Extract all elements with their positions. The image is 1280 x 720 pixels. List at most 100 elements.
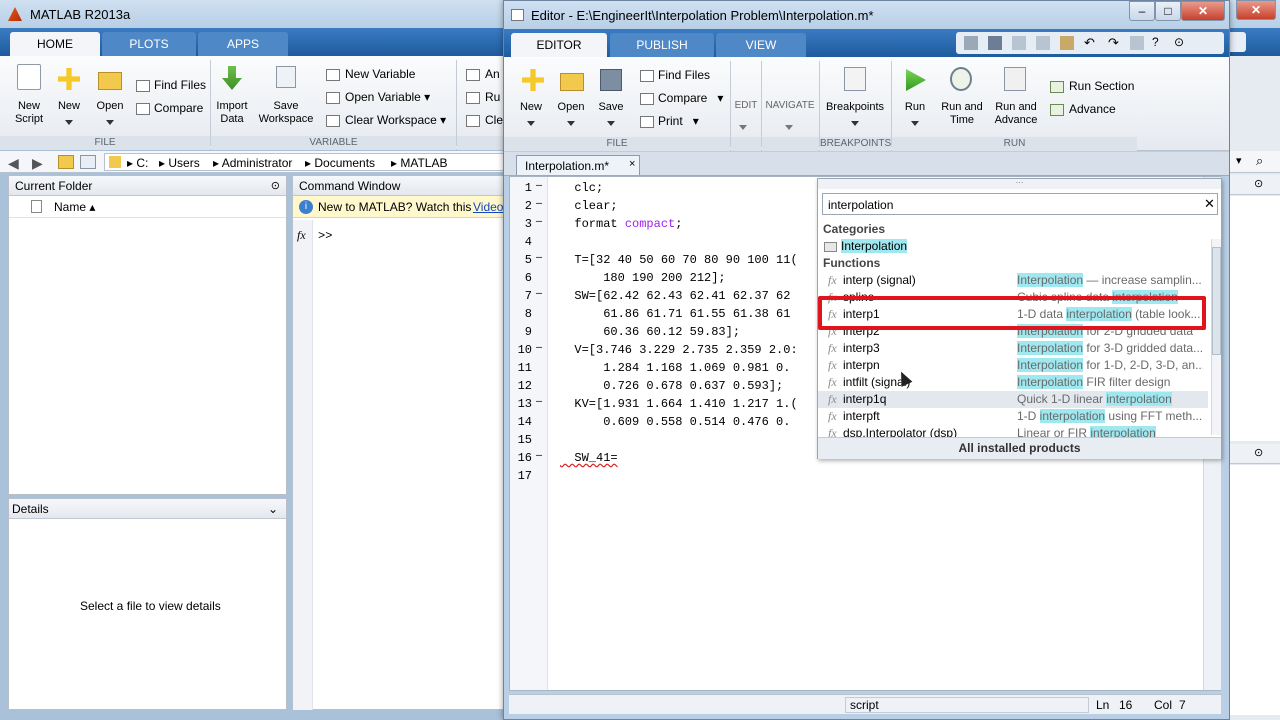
new-dropdown-icon[interactable] <box>65 120 73 125</box>
run-dropdown-icon[interactable] <box>911 121 919 126</box>
path-crumb-documents[interactable]: ▸ Documents <box>305 156 375 170</box>
compare-button[interactable]: Compare <box>136 101 203 115</box>
back-arrow-icon[interactable]: ◀ <box>8 155 19 172</box>
command-prompt[interactable]: >> <box>318 229 332 243</box>
workspace-menu-icon[interactable]: ⊙ <box>1254 177 1263 190</box>
executable-line-marker[interactable]: — <box>536 289 542 300</box>
open-dropdown-icon[interactable] <box>106 120 114 125</box>
run-and-time-button[interactable]: Ru <box>466 90 500 104</box>
save-icon[interactable] <box>988 36 1002 50</box>
function-result-item[interactable]: fx interp (signal) Interpolation — increas… <box>818 272 1208 289</box>
function-result-item[interactable]: fx interpft 1-D interpolation using FFT me… <box>818 408 1208 425</box>
editor-new-button[interactable]: New <box>516 101 546 114</box>
editor-new-dropdown-icon[interactable] <box>527 121 535 126</box>
results-scrollbar[interactable] <box>1211 239 1221 435</box>
clear-workspace-button[interactable]: Clear Workspace ▾ <box>326 113 446 127</box>
document-tab[interactable]: Interpolation.m* × <box>516 155 640 175</box>
editor-compare-button[interactable]: Compare ▾ <box>640 91 723 105</box>
executable-line-marker[interactable]: — <box>536 253 542 264</box>
path-crumb-administrator[interactable]: ▸ Administrator <box>213 156 292 170</box>
navigate-dropdown-icon[interactable] <box>785 125 793 130</box>
browse-folder-icon[interactable] <box>80 155 96 169</box>
popup-drag-handle[interactable]: ⋯ <box>818 179 1221 189</box>
category-item[interactable]: Interpolation <box>818 238 1208 255</box>
executable-line-marker[interactable]: — <box>536 343 542 354</box>
search-input[interactable]: interpolation ✕ <box>822 193 1218 215</box>
run-and-advance-button[interactable]: Run and Advance <box>990 101 1042 127</box>
editor-save-dropdown-icon[interactable] <box>607 121 615 126</box>
function-result-item[interactable]: fx interp1q Quick 1-D linear interpolation <box>818 391 1208 408</box>
function-result-item[interactable]: fx interp3 Interpolation for 3-D gridded d… <box>818 340 1208 357</box>
up-folder-icon[interactable] <box>58 155 74 169</box>
open-button[interactable]: Open <box>94 100 126 113</box>
executable-line-marker[interactable]: — <box>536 199 542 210</box>
panel-menu-icon[interactable]: ⊙ <box>271 176 280 196</box>
advance-button[interactable]: Advance <box>1050 102 1116 116</box>
main-close-button[interactable]: ✕ <box>1236 0 1276 20</box>
new-variable-button[interactable]: New Variable <box>326 67 415 81</box>
tab-apps[interactable]: APPS <box>198 32 288 56</box>
new-script-button[interactable]: New Script <box>8 100 50 126</box>
switch-windows-icon[interactable] <box>1130 36 1144 50</box>
code-line[interactable]: 17 <box>510 467 1200 485</box>
all-products-footer[interactable]: All installed products <box>818 437 1221 459</box>
executable-line-marker[interactable]: — <box>536 451 542 462</box>
layout-icon[interactable] <box>964 36 978 50</box>
editor-find-files-button[interactable]: Find Files <box>640 68 710 82</box>
help-icon[interactable]: ? <box>1152 35 1159 49</box>
address-search-icon[interactable]: ⌕ <box>1256 153 1263 169</box>
minimize-button[interactable]: – <box>1129 1 1155 21</box>
path-crumb-drive[interactable]: ▸ C: <box>127 156 148 170</box>
executable-line-marker[interactable]: — <box>536 181 542 192</box>
run-and-time-button[interactable]: Run and Time <box>938 101 986 127</box>
clear-commands-button[interactable]: Cle <box>466 113 503 127</box>
run-button[interactable]: Run <box>898 101 932 114</box>
path-field[interactable]: ▸ C: ▸ Users ▸ Administrator ▸ Documents… <box>104 153 504 171</box>
undo-icon[interactable]: ↶ <box>1084 35 1095 51</box>
clear-search-icon[interactable]: ✕ <box>1204 196 1215 212</box>
address-dropdown-icon[interactable]: ▾ <box>1236 154 1242 167</box>
open-variable-button[interactable]: Open Variable ▾ <box>326 90 430 104</box>
new-button[interactable]: New <box>54 100 84 113</box>
tab-plots[interactable]: PLOTS <box>102 32 196 56</box>
banner-video-link[interactable]: Video <box>473 200 503 214</box>
path-crumb-users[interactable]: ▸ Users <box>159 156 200 170</box>
scrollbar-thumb[interactable] <box>1212 247 1221 355</box>
tab-editor[interactable]: EDITOR <box>511 33 607 57</box>
history-menu-icon[interactable]: ⊙ <box>1254 446 1263 459</box>
cut-icon[interactable] <box>1012 36 1026 50</box>
function-browser-icon[interactable]: fx <box>297 228 306 243</box>
editor-save-button[interactable]: Save <box>594 101 628 114</box>
tab-home[interactable]: HOME <box>10 32 100 56</box>
save-workspace-button[interactable]: Save Workspace <box>256 100 316 126</box>
chevron-down-icon[interactable]: ⌄ <box>268 499 278 519</box>
name-column-header[interactable]: Name ▴ <box>54 200 95 214</box>
forward-arrow-icon[interactable]: ▶ <box>32 155 43 172</box>
analyze-code-button[interactable]: An <box>466 67 500 81</box>
editor-open-dropdown-icon[interactable] <box>567 121 575 126</box>
close-tab-icon[interactable]: × <box>629 158 635 170</box>
breakpoints-dropdown-icon[interactable] <box>851 121 859 126</box>
function-result-item[interactable]: fx interpn Interpolation for 1-D, 2-D, 3-D… <box>818 357 1208 374</box>
tab-publish[interactable]: PUBLISH <box>610 33 714 57</box>
editor-print-button[interactable]: Print ▾ <box>640 114 699 128</box>
navigate-section-button[interactable]: NAVIGATE <box>762 99 818 112</box>
redo-icon[interactable]: ↷ <box>1108 35 1119 51</box>
maximize-button[interactable]: □ <box>1155 1 1181 21</box>
edit-dropdown-icon[interactable] <box>739 125 747 130</box>
function-result-item[interactable]: fx intfilt (signal) Interpolation FIR filt… <box>818 374 1208 391</box>
copy-icon[interactable] <box>1036 36 1050 50</box>
breakpoints-button[interactable]: Breakpoints <box>822 101 888 114</box>
run-section-button[interactable]: Run Section <box>1050 79 1134 93</box>
settings-icon[interactable]: ⊙ <box>1174 35 1184 49</box>
executable-line-marker[interactable]: — <box>536 397 542 408</box>
executable-line-marker[interactable]: — <box>536 217 542 228</box>
edit-section-button[interactable]: EDIT <box>732 99 760 112</box>
tab-view[interactable]: VIEW <box>716 33 806 57</box>
editor-close-button[interactable]: ✕ <box>1181 1 1225 21</box>
import-data-button[interactable]: Import Data <box>212 100 252 126</box>
find-files-button[interactable]: Find Files <box>136 78 206 92</box>
path-crumb-matlab[interactable]: ▸ MATLAB <box>391 156 447 170</box>
paste-icon[interactable] <box>1060 36 1074 50</box>
editor-open-button[interactable]: Open <box>554 101 588 114</box>
